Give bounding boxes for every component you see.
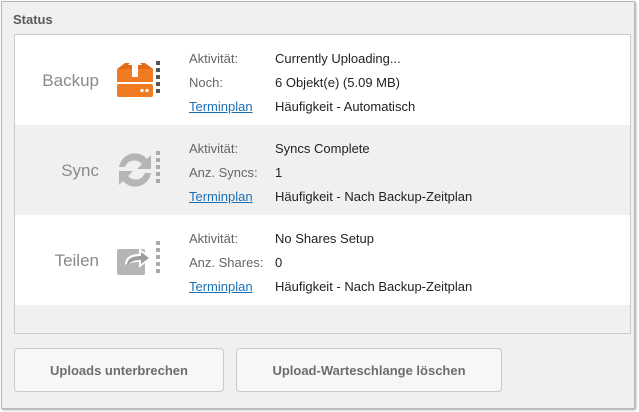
sync-icon [111,145,161,195]
share-count-value: 0 [275,255,283,270]
share-schedule-link[interactable]: Terminplan [189,279,253,294]
sync-schedule-value: Häufigkeit - Nach Backup-Zeitplan [275,189,473,204]
share-activity-value: No Shares Setup [275,231,375,246]
status-panel: Backup Aktivität: Currently Uploading...… [14,34,631,334]
sync-count-label: Anz. Syncs: [189,165,258,180]
share-schedule-value: Häufigkeit - Nach Backup-Zeitplan [275,279,473,294]
sync-label: Sync [61,161,99,180]
backup-remaining-value: 6 Objekt(e) (5.09 MB) [275,75,400,90]
share-icon [111,235,161,285]
backup-remaining-label: Noch: [189,75,223,90]
sync-row: Sync Aktivität: Syncs Complete Anz. Sync… [15,125,630,215]
backup-activity-label: Aktivität: [189,51,239,66]
sync-activity-value: Syncs Complete [275,141,370,156]
backup-upload-icon [111,55,161,105]
sync-schedule-link[interactable]: Terminplan [189,189,253,204]
share-label: Teilen [54,251,99,270]
sync-count-value: 1 [275,165,283,180]
sync-activity-label: Aktivität: [189,141,239,156]
backup-schedule-link[interactable]: Terminplan [189,99,253,114]
pause-uploads-button[interactable]: Uploads unterbrechen [14,348,224,392]
share-count-label: Anz. Shares: [189,255,264,270]
status-window: Status Backup Aktivität: Currently Uploa… [1,1,635,409]
share-row: Teilen Aktivität: No Shares Setup Anz. S… [15,215,630,305]
clear-upload-queue-button[interactable]: Upload-Warteschlange löschen [236,348,502,392]
backup-row: Backup Aktivität: Currently Uploading...… [15,35,630,125]
backup-label: Backup [42,71,99,90]
share-activity-label: Aktivität: [189,231,239,246]
backup-activity-value: Currently Uploading... [275,51,401,66]
backup-schedule-value: Häufigkeit - Automatisch [275,99,416,114]
section-title: Status [13,12,53,27]
